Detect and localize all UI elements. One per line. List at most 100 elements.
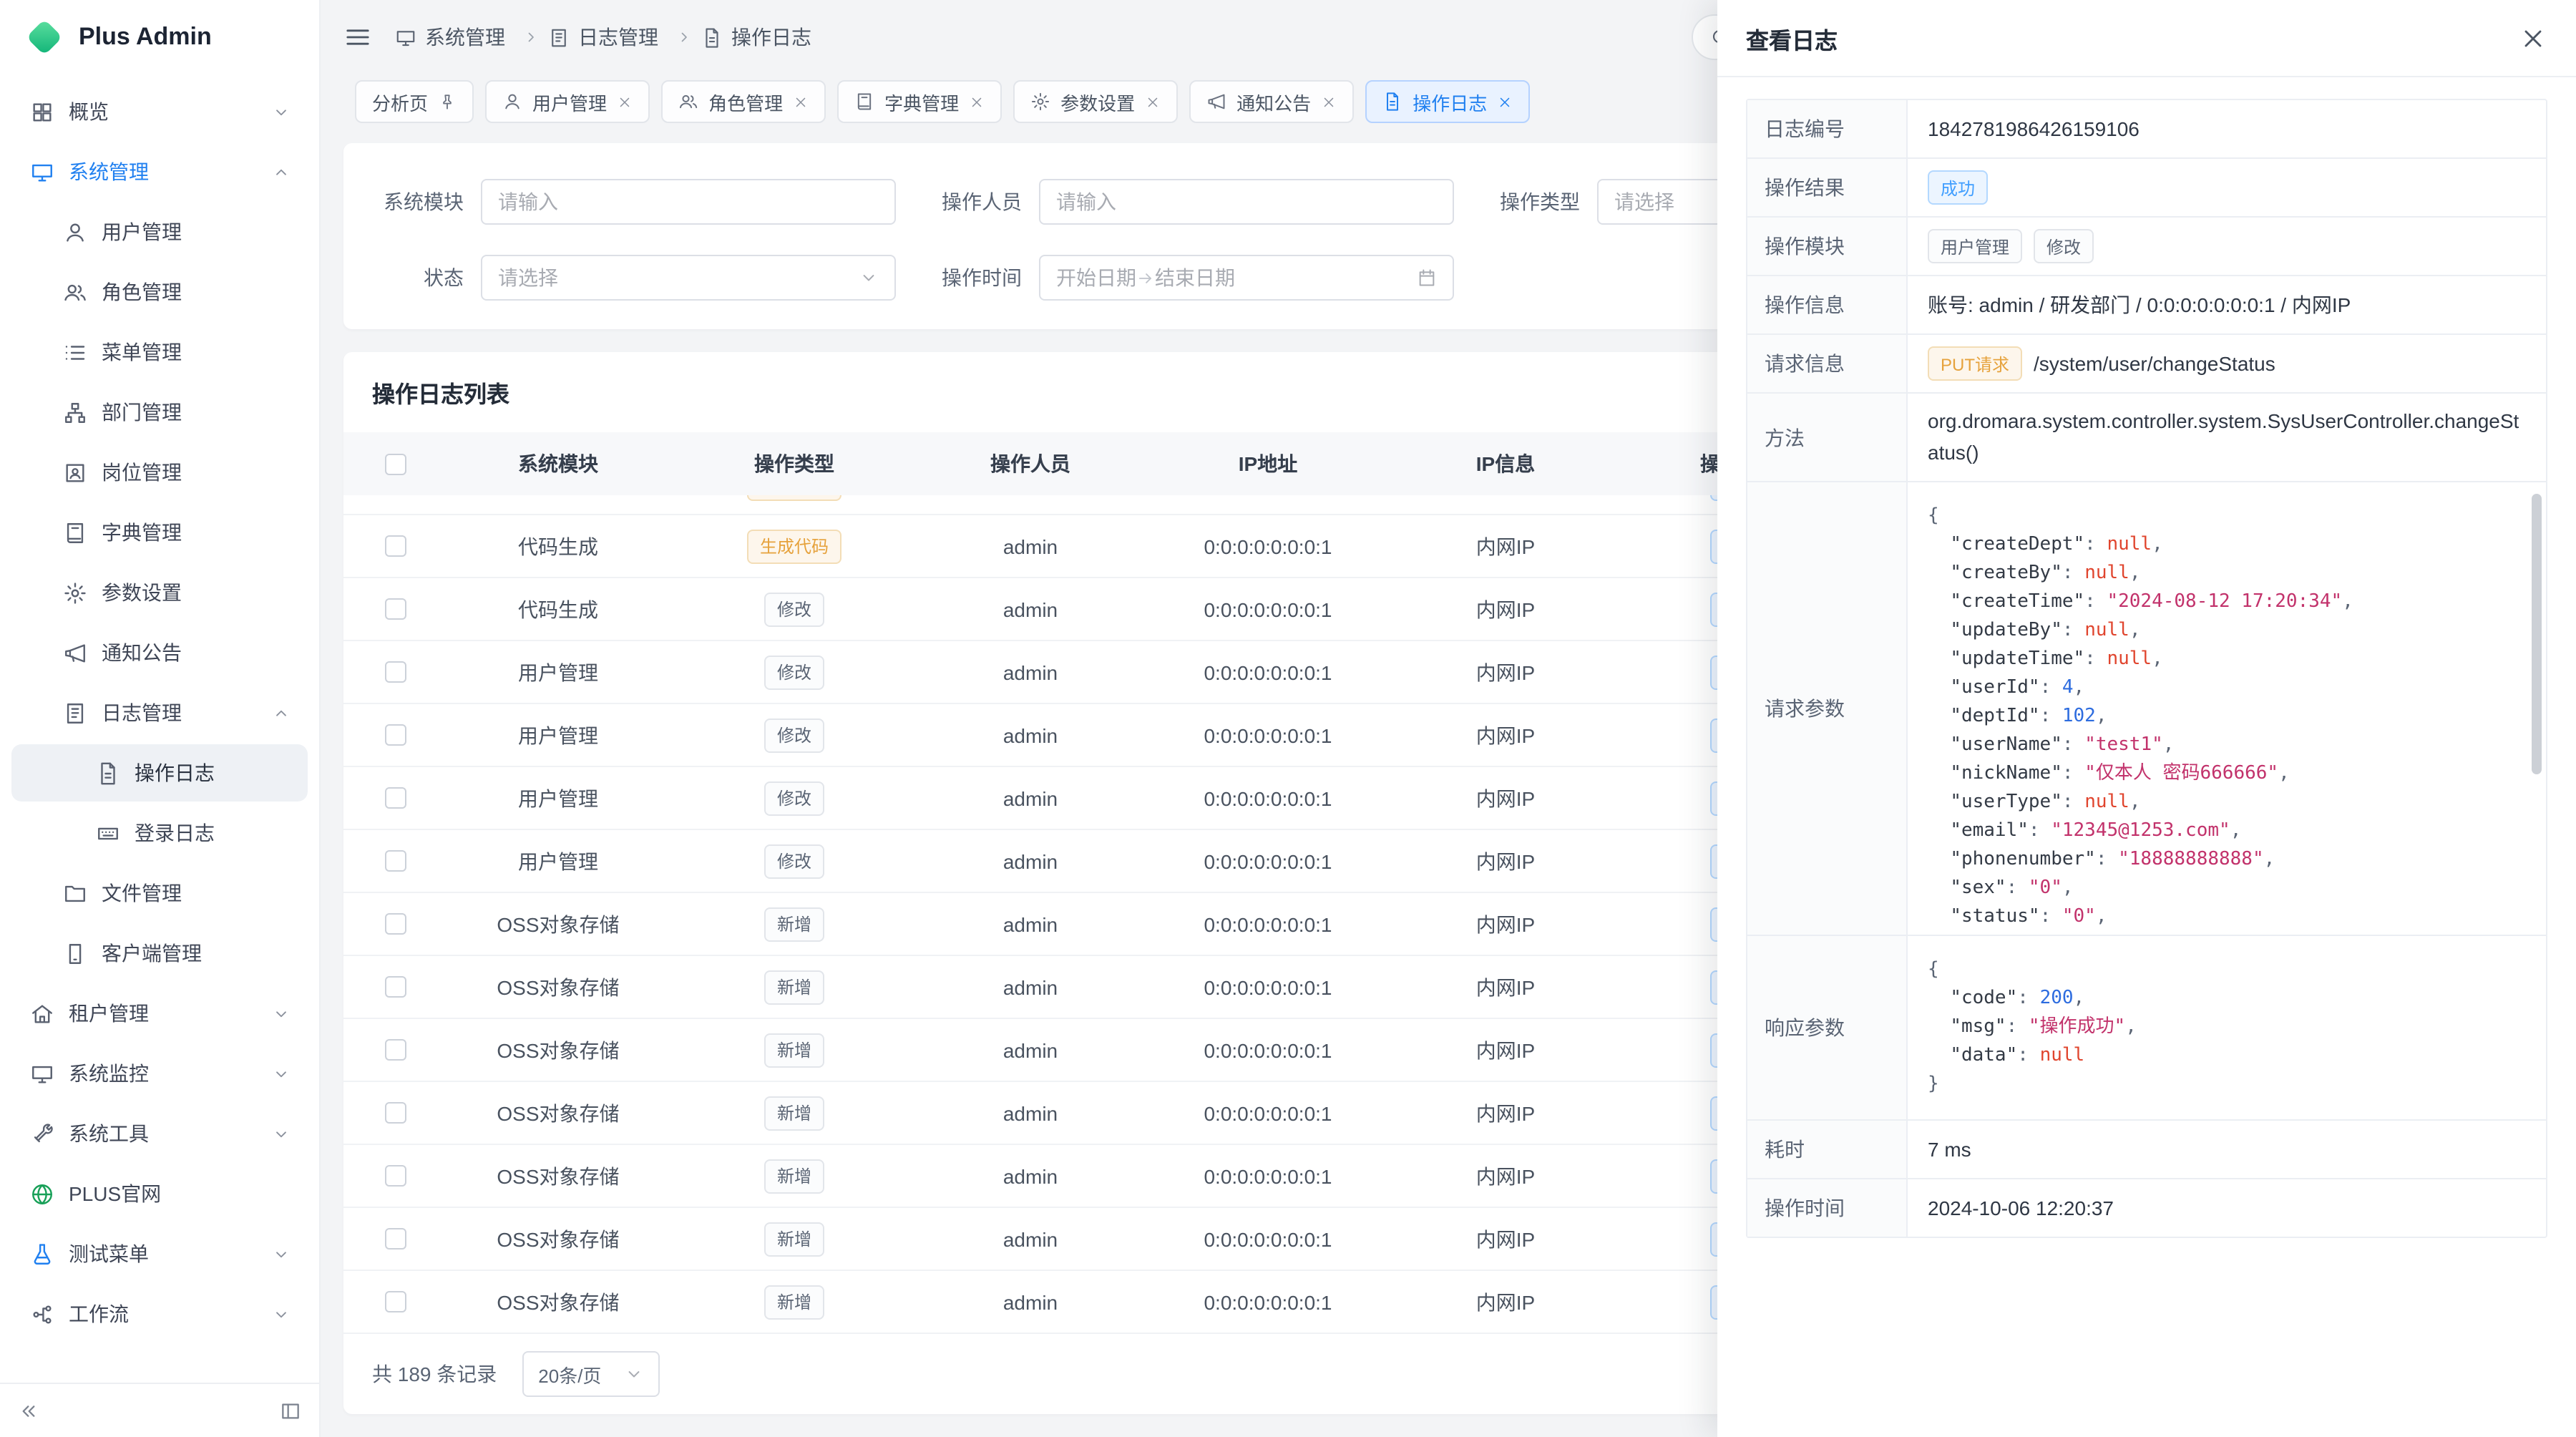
sidebar-item[interactable]: 角色管理 [11,263,308,321]
sidebar-item-icon [63,340,87,364]
tab[interactable]: 分析页 [355,80,474,123]
sidebar-item[interactable]: 部门管理 [11,384,308,441]
sidebar-item-label: 客户端管理 [102,939,202,968]
status-select[interactable]: 请选择 [481,255,896,301]
sidebar-item[interactable]: 系统监控 [11,1045,308,1102]
detail-row: 方法 org.dromara.system.controller.system.… [1747,394,2546,483]
detail-row: 请求信息 PUT请求 /system/user/changeStatus [1747,335,2546,394]
cell-operator: admin [913,1290,1148,1313]
cell-ip-info: 内网IP [1388,495,1623,497]
row-checkbox[interactable] [384,1165,406,1187]
sidebar-item[interactable]: 参数设置 [11,564,308,621]
row-checkbox[interactable] [384,976,406,998]
cell-ip-info: 内网IP [1388,595,1623,623]
app-logo: Plus Admin [0,0,319,74]
close-icon[interactable] [2519,24,2547,52]
tab[interactable]: 用户管理 [485,80,650,123]
sidebar-item[interactable]: 系统工具 [11,1105,308,1162]
cell-ip: 0:0:0:0:0:0:0:1 [1148,912,1388,935]
tab-close-icon[interactable] [969,94,985,109]
operation-time-value: 2024-10-06 12:20:37 [1908,1180,2546,1237]
breadcrumb-item[interactable]: 操作日志 [701,23,811,52]
sidebar-item[interactable]: 岗位管理 [11,444,308,501]
column-header-type: 操作类型 [675,449,913,478]
cell-operator: admin [913,1164,1148,1187]
detail-row: 操作信息 账号: admin / 研发部门 / 0:0:0:0:0:0:0:1 … [1747,276,2546,335]
row-checkbox[interactable] [384,787,406,809]
operation-type-tag: 修改 [764,781,824,815]
tab[interactable]: 字典管理 [837,80,1002,123]
filter-label-status: 状态 [372,263,481,292]
tab[interactable]: 通知公告 [1189,80,1354,123]
sidebar-item-icon [30,1302,54,1326]
sidebar-item-label: 日志管理 [102,698,182,727]
chevron-icon [272,1305,291,1323]
cell-module: OSS对象存储 [441,973,675,1001]
breadcrumb-item[interactable]: 日志管理 [548,23,701,52]
tab-label: 参数设置 [1060,88,1135,115]
tab[interactable]: 角色管理 [661,80,826,123]
row-checkbox[interactable] [384,535,406,557]
operation-type-tag: 新增 [764,1222,824,1256]
row-checkbox[interactable] [384,1291,406,1312]
log-id-value: 1842781986426159106 [1908,100,2546,157]
tab-close-icon[interactable] [1145,94,1161,109]
row-checkbox[interactable] [384,913,406,935]
time-range-picker[interactable]: 开始日期 结束日期 [1039,255,1454,301]
sidebar-item[interactable]: 工作流 [11,1285,308,1343]
tab-icon [854,92,874,112]
operation-type-tag: 生成代码 [747,529,841,563]
cell-operator: admin [913,724,1148,746]
sidebar-item[interactable]: 测试菜单 [11,1225,308,1282]
sidebar-item[interactable]: 字典管理 [11,504,308,561]
tab[interactable]: 参数设置 [1013,80,1178,123]
row-checkbox[interactable] [384,1039,406,1061]
operator-input[interactable] [1056,190,1437,213]
operation-type-tag: 新增 [764,1096,824,1130]
row-checkbox[interactable] [384,598,406,620]
sidebar-item[interactable]: 登录日志 [11,804,308,862]
tab-icon [1382,92,1402,112]
sidebar-item-label: 工作流 [69,1300,129,1328]
select-all-checkbox[interactable] [384,453,406,474]
sidebar-item[interactable]: 菜单管理 [11,323,308,381]
row-checkbox[interactable] [384,1102,406,1124]
cell-ip: 0:0:0:0:0:0:0:1 [1148,849,1388,872]
row-checkbox[interactable] [384,1228,406,1250]
breadcrumb-item[interactable]: 系统管理 [395,23,548,52]
sidebar-item[interactable]: 租户管理 [11,985,308,1042]
pin-sidebar-icon[interactable] [279,1399,302,1422]
cell-ip-info: 内网IP [1388,1224,1623,1253]
sidebar-item[interactable]: 日志管理 [11,684,308,741]
module-input[interactable] [498,190,879,213]
cell-ip-info: 内网IP [1388,1287,1623,1316]
row-checkbox[interactable] [384,850,406,872]
cell-ip: 0:0:0:0:0:0:0:1 [1148,1227,1388,1250]
sidebar-item[interactable]: 系统管理 [11,143,308,200]
sidebar-item[interactable]: 文件管理 [11,864,308,922]
sidebar-item[interactable]: 用户管理 [11,203,308,260]
collapse-sidebar-icon[interactable] [17,1399,40,1422]
scrollbar-thumb[interactable] [2532,495,2542,775]
cell-module: OSS对象存储 [441,1287,675,1316]
cell-module: OSS对象存储 [441,1161,675,1190]
sidebar-item[interactable]: 通知公告 [11,624,308,681]
tab-close-icon[interactable] [1321,94,1337,109]
hamburger-menu-icon[interactable] [343,23,372,52]
sidebar-item-icon [63,941,87,965]
tab[interactable]: 操作日志 [1365,80,1530,123]
page-size-select[interactable]: 20条/页 [522,1351,660,1397]
sidebar-item[interactable]: PLUS官网 [11,1165,308,1222]
sidebar-item-label: 系统工具 [69,1119,149,1148]
tab-close-icon[interactable] [617,94,633,109]
tab-close-icon[interactable] [1497,94,1513,109]
cell-ip: 0:0:0:0:0:0:0:1 [1148,1164,1388,1187]
sidebar-item[interactable]: 概览 [11,83,308,140]
row-checkbox[interactable] [384,661,406,683]
tab-close-icon[interactable] [793,94,809,109]
sidebar-item[interactable]: 客户端管理 [11,925,308,982]
cell-ip: 0:0:0:0:0:0:0:1 [1148,1101,1388,1124]
drawer-body: 日志编号 1842781986426159106 操作结果 成功 操作模块 用户… [1717,77,2576,1437]
row-checkbox[interactable] [384,724,406,746]
sidebar-item[interactable]: 操作日志 [11,744,308,802]
